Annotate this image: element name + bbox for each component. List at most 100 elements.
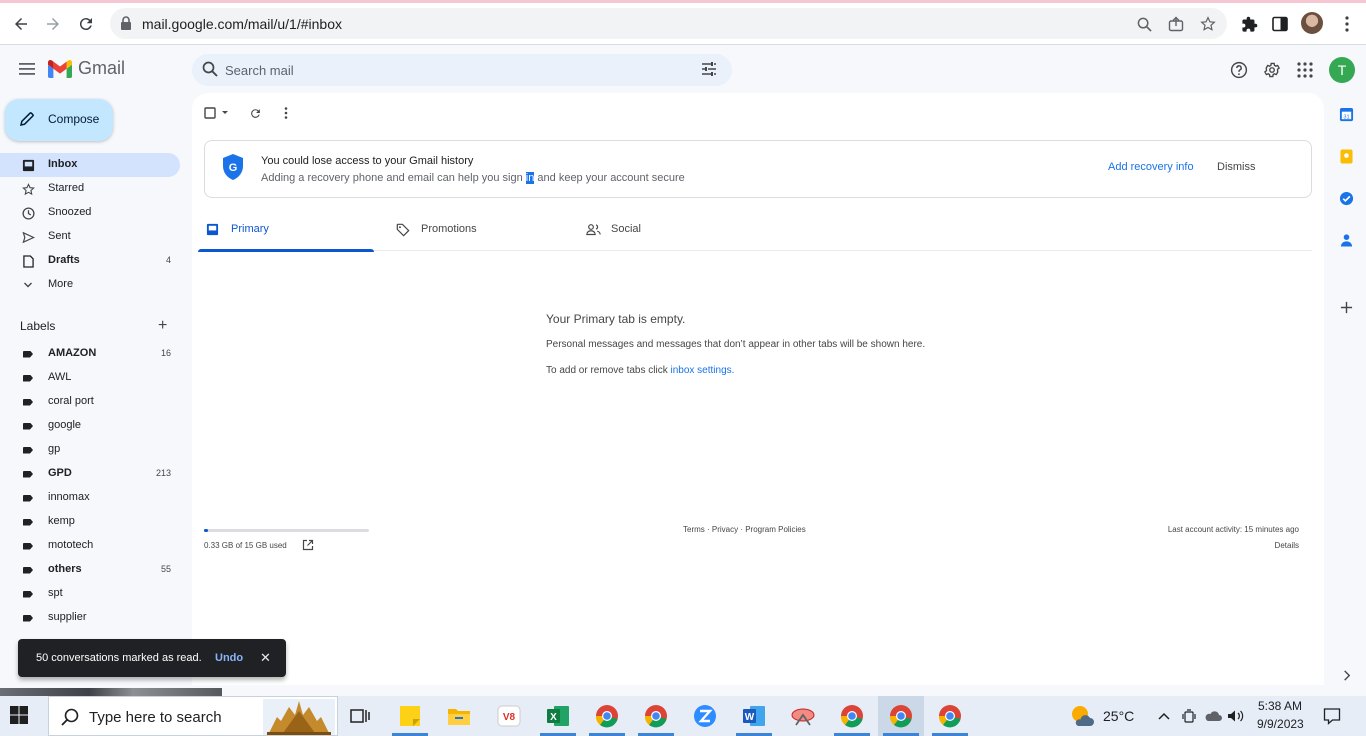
excel-app-icon[interactable]: X [544,702,572,730]
undo-button[interactable]: Undo [215,652,243,664]
open-in-new-icon[interactable] [302,539,314,554]
sidebar-label-spt[interactable]: spt [0,582,180,606]
sidebar-label-gpd[interactable]: GPD 213 [0,462,180,486]
sidebar-label-coral-port[interactable]: coral port [0,390,180,414]
chevron-down-icon [20,277,36,293]
chrome-profile-2-app-icon[interactable] [838,702,866,730]
sidebar-item-snoozed[interactable]: Snoozed [0,201,180,225]
account-avatar[interactable]: T [1329,57,1355,83]
sidebar-label-awl[interactable]: AWL [0,366,180,390]
side-panel-icon[interactable] [1267,11,1293,37]
label-icon [20,538,36,554]
sidebar-label-mototech[interactable]: mototech [0,534,180,558]
empty-state-title: Your Primary tab is empty. [546,312,686,326]
volume-icon[interactable] [1222,702,1250,730]
sidebar-item-drafts[interactable]: Drafts 4 [0,249,180,273]
search-icon[interactable] [202,61,218,80]
gmail-logo[interactable]: Gmail [48,58,125,79]
footer-policy-links[interactable]: Terms · Privacy · Program Policies [683,525,806,534]
chrome-app-icon[interactable] [593,702,621,730]
sidebar-label-gp[interactable]: gp [0,438,180,462]
zoom-icon[interactable] [1134,14,1154,34]
notifications-icon[interactable] [1318,702,1346,730]
tab-social[interactable]: Social [578,215,754,251]
help-icon[interactable] [1227,58,1251,82]
windows-start-icon[interactable] [10,706,28,727]
search-bar[interactable] [192,54,732,86]
sidebar-item-more[interactable]: More [0,273,180,297]
add-recovery-info-button[interactable]: Add recovery info [1108,161,1194,173]
sidebar-item-label: kemp [48,515,75,527]
tab-label: Primary [231,223,269,235]
weather-icon[interactable] [1068,702,1096,730]
close-icon[interactable]: ✕ [260,650,271,666]
search-input[interactable] [225,60,685,80]
chrome-profile-app-icon[interactable] [642,702,670,730]
tab-promotions[interactable]: Promotions [388,215,564,251]
sidebar-label-supplier[interactable]: supplier [0,606,180,630]
share-icon[interactable] [1166,14,1186,34]
media-app-icon[interactable]: V8 [495,702,523,730]
more-vert-icon[interactable] [1334,11,1360,37]
bookmark-star-icon[interactable] [1198,14,1218,34]
search-options-icon[interactable] [700,60,718,81]
empty-state-hint: To add or remove tabs click inbox settin… [546,365,734,376]
reload-icon[interactable] [73,11,99,37]
activity-details-link[interactable]: Details [1275,541,1299,550]
taskbar-search-box[interactable]: Type here to search [48,696,338,736]
banner-subtitle: Adding a recovery phone and email can he… [261,172,685,184]
main-menu-icon[interactable] [15,57,39,81]
word-app-icon[interactable]: W [740,702,768,730]
taskbar-clock-date[interactable]: 9/9/2023 [1257,717,1304,731]
address-bar[interactable]: mail.google.com/mail/u/1/#inbox [110,8,1227,39]
inbox-settings-link[interactable]: inbox settings. [671,365,735,376]
sidebar-item-count: 4 [165,255,171,265]
task-view-icon[interactable] [346,702,374,730]
star-icon [20,181,36,197]
sidebar-label-amazon[interactable]: AMAZON 16 [0,342,180,366]
compose-button[interactable]: Compose [5,99,113,141]
storage-usage-fill [204,529,208,532]
sidebar-label-innomax[interactable]: innomax [0,486,180,510]
add-label-icon[interactable]: + [158,317,167,335]
zoom-app-icon[interactable] [691,702,719,730]
last-account-activity: Last account activity: 15 minutes ago [1167,525,1299,534]
apps-grid-icon[interactable] [1293,58,1317,82]
settings-gear-icon[interactable] [1260,58,1284,82]
select-all-checkbox[interactable] [204,104,230,122]
sidebar-item-starred[interactable]: Starred [0,177,180,201]
calendar-icon[interactable]: 31 [1336,104,1356,124]
sticky-notes-app-icon[interactable] [396,702,424,730]
file-explorer-app-icon[interactable] [445,702,473,730]
tasks-icon[interactable] [1336,188,1356,208]
back-icon[interactable] [8,11,34,37]
chrome-active-app-icon[interactable] [878,696,924,736]
sidebar-item-inbox[interactable]: Inbox [0,153,180,177]
sidebar-label-kemp[interactable]: kemp [0,510,180,534]
keep-notes-icon[interactable] [1336,146,1356,166]
svg-text:V8: V8 [503,712,516,723]
expand-side-panel-icon[interactable] [1336,665,1356,685]
taskbar-clock-time[interactable]: 5:38 AM [1258,699,1302,713]
more-options-icon[interactable] [284,104,288,122]
contacts-icon[interactable] [1336,230,1356,250]
snipping-tool-app-icon[interactable] [789,702,817,730]
sidebar-item-label: GPD [48,467,72,479]
sidebar-item-label: supplier [48,611,87,623]
get-addons-icon[interactable] [1336,297,1356,317]
tray-chevron-up-icon[interactable] [1150,702,1178,730]
sidebar-label-google[interactable]: google [0,414,180,438]
tag-icon [396,223,410,240]
sidebar-item-sent[interactable]: Sent [0,225,180,249]
sidebar-label-others[interactable]: others 55 [0,558,180,582]
gmail-header: Gmail T [0,45,1366,95]
profile-avatar[interactable] [1301,12,1323,34]
extensions-icon[interactable] [1236,11,1262,37]
tab-primary[interactable]: Primary [198,215,374,252]
chrome-profile-3-app-icon[interactable] [936,702,964,730]
sidebar-item-label: Starred [48,182,85,194]
forward-icon[interactable] [40,11,66,37]
svg-text:W: W [745,712,755,723]
refresh-icon[interactable] [249,104,262,122]
dismiss-button[interactable]: Dismiss [1217,161,1256,173]
